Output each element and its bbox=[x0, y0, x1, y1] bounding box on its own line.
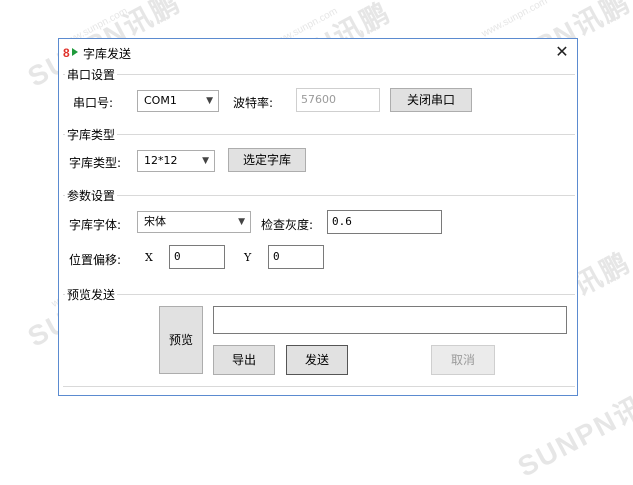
port-select[interactable]: COM1 ▼ bbox=[137, 90, 219, 112]
select-font-button[interactable]: 选定字库 bbox=[228, 148, 306, 172]
app-icon: 8 bbox=[63, 46, 78, 58]
baud-field[interactable]: 57600 bbox=[296, 88, 380, 112]
close-button[interactable]: ✕ bbox=[553, 43, 571, 61]
svg-text:8: 8 bbox=[63, 46, 70, 58]
preview-section-divider bbox=[63, 294, 575, 295]
params-section-legend: 参数设置 bbox=[65, 187, 118, 204]
font-send-dialog: 8 字库发送 ✕ 串口设置 串口号: COM1 ▼ 波特率: 57600 关闭串… bbox=[58, 38, 578, 396]
serial-section-legend: 串口设置 bbox=[65, 66, 118, 83]
params-section-divider bbox=[63, 195, 575, 196]
gray-label: 检查灰度: bbox=[261, 218, 314, 232]
offset-x-field[interactable]: 0 bbox=[169, 245, 225, 269]
close-icon: ✕ bbox=[555, 42, 569, 61]
font-type-label: 字库类型: bbox=[69, 156, 122, 170]
title-bar[interactable]: 8 字库发送 ✕ bbox=[59, 39, 577, 65]
preview-area[interactable] bbox=[213, 306, 567, 334]
chevron-down-icon: ▼ bbox=[206, 96, 213, 106]
offset-label: 位置偏移: bbox=[69, 253, 122, 267]
close-port-button[interactable]: 关闭串口 bbox=[390, 88, 472, 112]
watermark-url: www.sunpn.com bbox=[480, 0, 550, 40]
font-type-section-divider bbox=[63, 134, 575, 135]
send-button[interactable]: 发送 bbox=[286, 345, 348, 375]
font-type-value: 12*12 bbox=[144, 154, 178, 167]
font-face-value: 宋体 bbox=[144, 215, 166, 228]
preview-button[interactable]: 预览 bbox=[159, 306, 203, 374]
font-face-label: 字库字体: bbox=[69, 218, 122, 232]
port-value: COM1 bbox=[144, 94, 177, 107]
chevron-down-icon: ▼ bbox=[238, 217, 245, 227]
preview-section-legend: 预览发送 bbox=[65, 286, 118, 303]
chevron-down-icon: ▼ bbox=[202, 156, 209, 166]
baud-label: 波特率: bbox=[233, 96, 274, 110]
offset-y-field[interactable]: 0 bbox=[268, 245, 324, 269]
cancel-button[interactable]: 取消 bbox=[431, 345, 495, 375]
bottom-divider bbox=[63, 386, 575, 387]
port-label: 串口号: bbox=[73, 96, 114, 110]
font-face-select[interactable]: 宋体 ▼ bbox=[137, 211, 251, 233]
font-type-select[interactable]: 12*12 ▼ bbox=[137, 150, 215, 172]
export-button[interactable]: 导出 bbox=[213, 345, 275, 375]
offset-x-label: X bbox=[145, 251, 153, 264]
window-title: 字库发送 bbox=[83, 47, 132, 61]
gray-field[interactable]: 0.6 bbox=[327, 210, 442, 234]
serial-section-divider bbox=[63, 74, 575, 75]
offset-y-label: Y bbox=[244, 251, 252, 264]
font-type-section-legend: 字库类型 bbox=[65, 126, 118, 143]
